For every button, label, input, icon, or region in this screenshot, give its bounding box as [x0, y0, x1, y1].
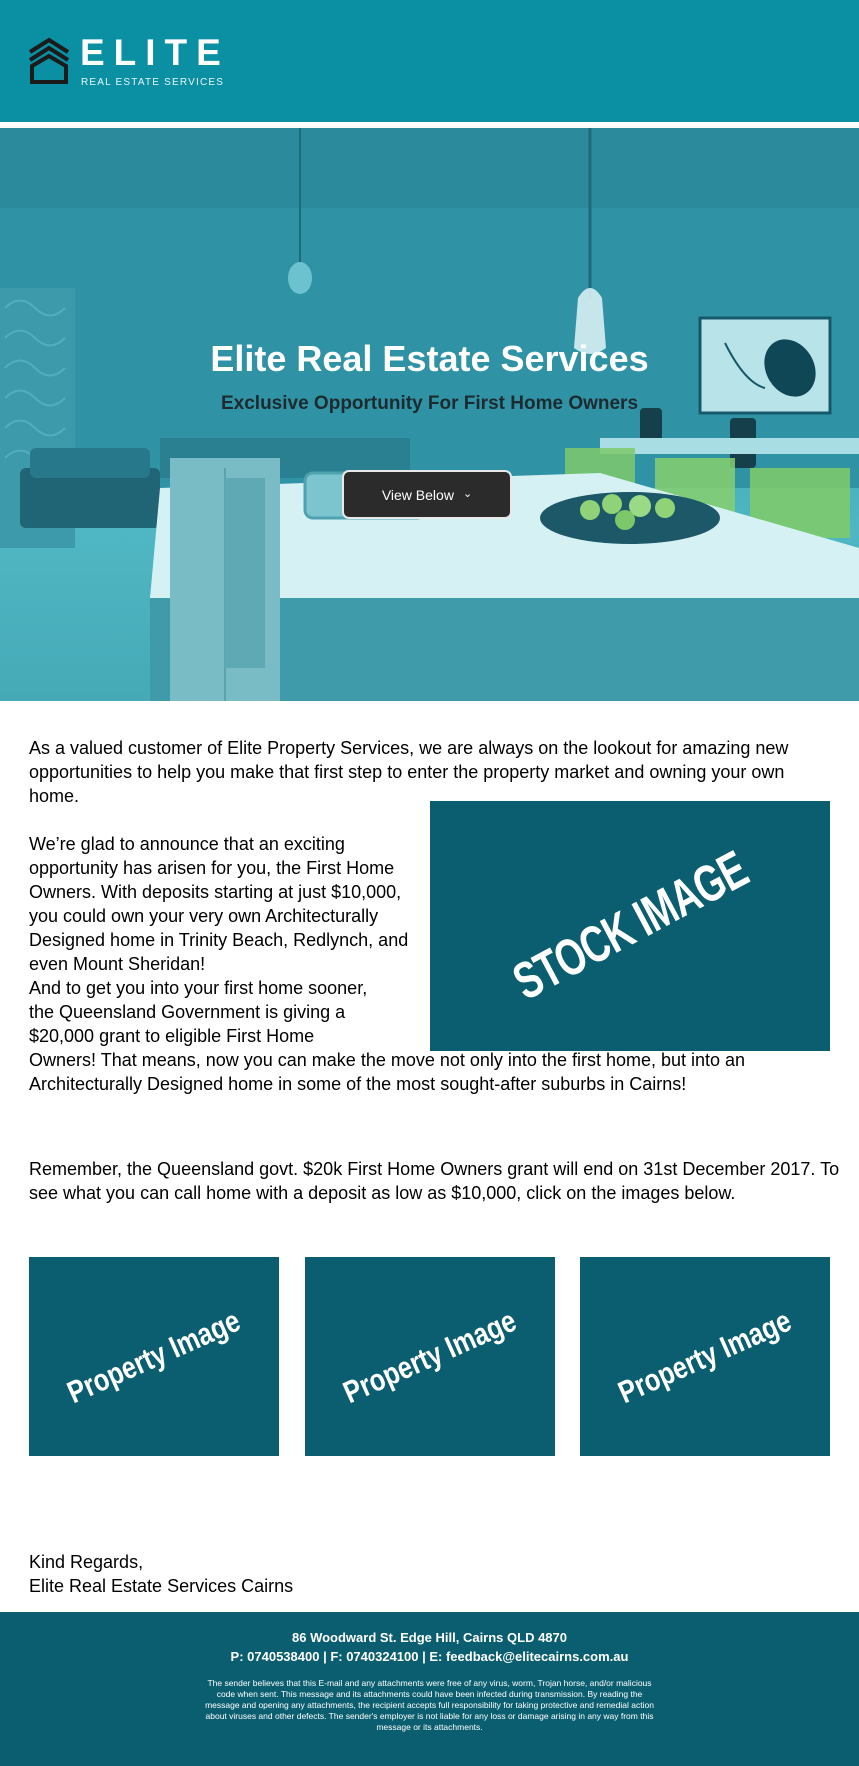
footer-contact[interactable]: P: 0740538400 | F: 0740324100 | E: feedb… [0, 1649, 859, 1664]
property-image-label: Property Image [338, 1302, 522, 1410]
property-image-label: Property Image [62, 1302, 246, 1410]
grant-paragraph-tail: Owners! That means, now you can make the… [29, 1050, 746, 1094]
grant-line: $20,000 grant to eligible First Home [29, 1026, 315, 1046]
signoff-greeting: Kind Regards, [29, 1552, 144, 1572]
signoff-company: Elite Real Estate Services Cairns [29, 1576, 294, 1596]
house-logo-icon [28, 37, 70, 84]
announcement-paragraph: We’re glad to announce that an exciting … [29, 834, 409, 974]
hero-title: Elite Real Estate Services [210, 338, 649, 379]
intro-paragraph: As a valued customer of Elite Property S… [29, 738, 789, 806]
grant-line: And to get you into your first home soon… [29, 978, 368, 998]
grant-paragraph: And to get you into your first home soon… [29, 976, 424, 1048]
grant-line: the Queensland Government is giving a [29, 1002, 346, 1022]
email-footer: 86 Woodward St. Edge Hill, Cairns QLD 48… [0, 1612, 859, 1766]
chevron-down-icon: ⌄ [462, 488, 473, 500]
property-image-3[interactable]: Property Image [580, 1257, 830, 1456]
brand-tagline: REAL ESTATE SERVICES [81, 77, 225, 88]
footer-disclaimer: The sender believes that this E-mail and… [205, 1678, 654, 1732]
reminder-paragraph: Remember, the Queensland govt. $20k Firs… [29, 1159, 840, 1203]
brand-name: ELITE [80, 32, 230, 73]
stock-image[interactable]: STOCK IMAGE [430, 801, 830, 1051]
stock-image-label: STOCK IMAGE [503, 840, 757, 1012]
email-header: ELITE REAL ESTATE SERVICES [0, 0, 859, 122]
footer-address: 86 Woodward St. Edge Hill, Cairns QLD 48… [292, 1630, 567, 1645]
hero-banner: Elite Real Estate Services Exclusive Opp… [0, 128, 859, 701]
hero-subtitle: Exclusive Opportunity For First Home Own… [220, 393, 639, 414]
view-below-button[interactable]: View Below ⌄ [342, 470, 512, 519]
property-image-label: Property Image [613, 1302, 797, 1410]
property-image-2[interactable]: Property Image [305, 1257, 555, 1456]
property-image-1[interactable]: Property Image [29, 1257, 279, 1456]
view-below-label: View Below [381, 486, 454, 503]
signoff: Kind Regards, Elite Real Estate Services… [29, 1550, 629, 1598]
